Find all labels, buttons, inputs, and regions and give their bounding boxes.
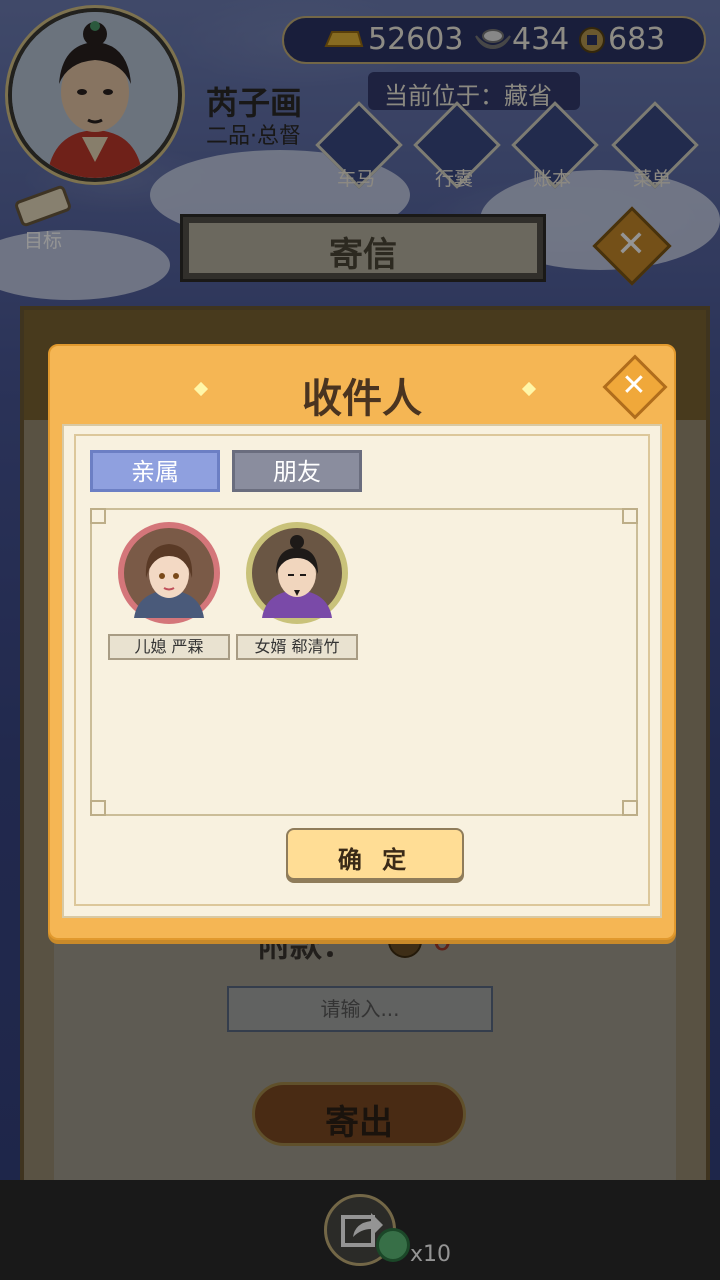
contact-name: 女婿 郗清竹	[236, 634, 358, 660]
contact-avatar	[118, 522, 220, 624]
confirm-button-label: 确 定	[337, 846, 413, 874]
tab-friends[interactable]: 朋友	[232, 450, 362, 492]
modal-title: 收件人	[302, 376, 422, 422]
recipient-modal: 收件人 ✕ 亲属 朋友 儿媳 严霖 女婿 郗清竹 确 定	[48, 344, 676, 940]
contact-avatar	[246, 522, 348, 624]
tab-relatives[interactable]: 亲属	[90, 450, 220, 492]
man-portrait-icon	[262, 535, 332, 618]
close-icon: ✕	[621, 368, 647, 403]
contact-name: 儿媳 严霖	[108, 634, 230, 660]
recipient-paper: 亲属 朋友 儿媳 严霖 女婿 郗清竹 确 定	[62, 424, 662, 918]
confirm-button[interactable]: 确 定	[286, 828, 464, 880]
contact-list: 儿媳 严霖 女婿 郗清竹	[90, 508, 638, 816]
woman-portrait-icon	[134, 544, 204, 618]
